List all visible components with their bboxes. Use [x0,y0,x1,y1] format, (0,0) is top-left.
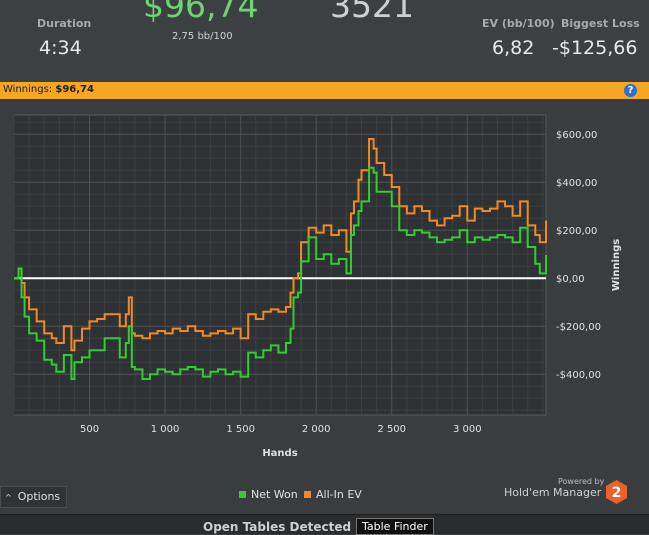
y-axis-label: Winnings [611,239,622,291]
x-tick-label: 1 000 [151,424,180,435]
duration-value: 4:34 [39,37,82,59]
y-tick-label: -$400,00 [556,370,601,381]
winnings-bar: Winnings: $96,74 ? [0,82,649,99]
hands-count-value: 3521 [330,0,414,25]
ev-value: 6,82 [492,37,535,59]
ev-label: EV (bb/100) [482,17,555,30]
winnings-bar-label: Winnings: [3,84,53,95]
options-toggle-button[interactable]: ^ Options [0,486,68,508]
y-tick-label: -$200,00 [556,322,601,333]
chevron-up-icon: ^ [5,493,12,502]
legend-net-won-label: Net Won [251,488,298,501]
hm2-logo-icon: 2 [606,480,627,504]
y-tick-label: $0,00 [556,274,585,285]
legend-net-won[interactable]: Net Won [239,488,298,501]
y-tick-label: $600,00 [556,130,597,141]
brand-label: Hold'em Manager [504,486,602,499]
x-tick-label: 1 500 [226,424,255,435]
biggest-loss-value: -$125,66 [552,37,638,59]
x-tick-label: 2 000 [302,424,331,435]
table-finder-button[interactable]: Table Finder [356,518,434,535]
options-label: Options [17,490,61,503]
help-icon[interactable]: ? [624,84,637,97]
powered-by-label: Powered by [558,477,605,486]
duration-label: Duration [37,17,92,30]
brand-version: 2 [612,485,622,501]
y-tick-label: $200,00 [556,226,597,237]
y-tick-label: $400,00 [556,178,597,189]
plot-background [13,114,547,416]
winnings-bar-value: $96,74 [55,84,94,95]
net-won-swatch [239,491,246,498]
winnings-chart: 500 1 000 1 500 2 000 2 500 3 000 $600,00 $400… [0,99,649,485]
y-axis-ticks: $600,00 $400,00 $200,00 $0,00 -$200,00 -$400,… [556,130,601,381]
x-tick-label: 2 500 [377,424,406,435]
winnings-bar-text: Winnings: $96,74 [3,84,94,95]
bb-per-100-value: 2,75 bb/100 [172,31,233,42]
stats-panel: Duration 4:34 $96,74 2,75 bb/100 3521 EV… [0,0,649,82]
winnings-big-value: $96,74 [143,0,259,25]
open-tables-label: Open Tables Detected [203,520,352,534]
legend-all-in-ev[interactable]: All-In EV [304,488,362,501]
x-axis-label: Hands [262,448,297,459]
biggest-loss-label: Biggest Loss [561,17,640,30]
status-footer: Open Tables Detected Table Finder [0,514,649,535]
all-in-ev-swatch [304,491,311,498]
legend-all-in-ev-label: All-In EV [316,488,362,501]
x-tick-label: 500 [80,424,99,435]
winnings-chart-svg: 500 1 000 1 500 2 000 2 500 3 000 $600,00 $400… [13,114,622,459]
x-tick-label: 3 000 [453,424,482,435]
x-axis-ticks: 500 1 000 1 500 2 000 2 500 3 000 [80,424,482,435]
